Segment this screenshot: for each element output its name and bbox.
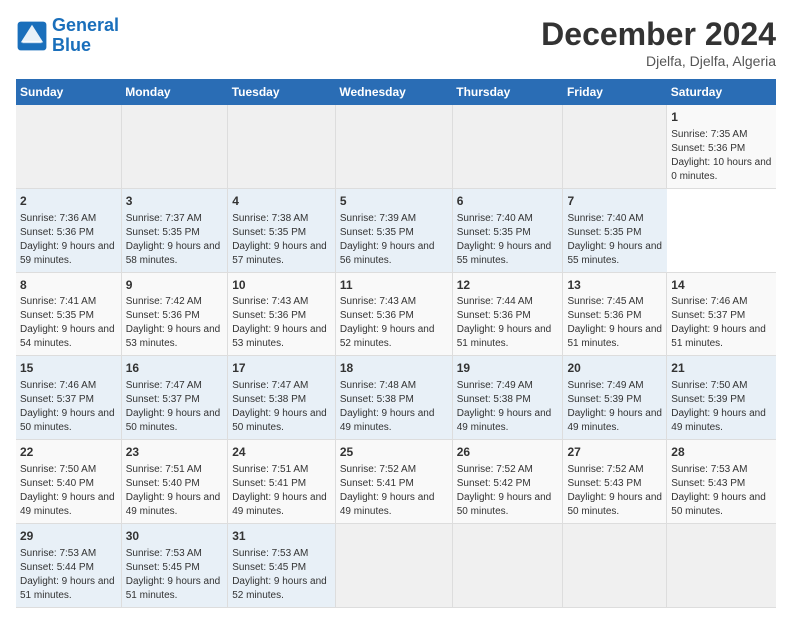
empty-cell	[563, 523, 667, 607]
day-cell-19: 19Sunrise: 7:49 AMSunset: 5:38 PMDayligh…	[452, 356, 563, 440]
calendar-week-6: 29Sunrise: 7:53 AMSunset: 5:44 PMDayligh…	[16, 523, 776, 607]
header-monday: Monday	[121, 79, 227, 105]
day-cell-27: 27Sunrise: 7:52 AMSunset: 5:43 PMDayligh…	[563, 440, 667, 524]
day-cell-2: 2Sunrise: 7:36 AMSunset: 5:36 PMDaylight…	[16, 188, 121, 272]
empty-cell	[452, 523, 563, 607]
day-cell-14: 14Sunrise: 7:46 AMSunset: 5:37 PMDayligh…	[667, 272, 776, 356]
logo: General Blue	[16, 16, 119, 56]
empty-cell	[228, 105, 336, 188]
day-cell-16: 16Sunrise: 7:47 AMSunset: 5:37 PMDayligh…	[121, 356, 227, 440]
day-cell-12: 12Sunrise: 7:44 AMSunset: 5:36 PMDayligh…	[452, 272, 563, 356]
day-cell-21: 21Sunrise: 7:50 AMSunset: 5:39 PMDayligh…	[667, 356, 776, 440]
day-cell-18: 18Sunrise: 7:48 AMSunset: 5:38 PMDayligh…	[335, 356, 452, 440]
title-area: December 2024 Djelfa, Djelfa, Algeria	[541, 16, 776, 69]
header-friday: Friday	[563, 79, 667, 105]
day-cell-31: 31Sunrise: 7:53 AMSunset: 5:45 PMDayligh…	[228, 523, 336, 607]
calendar-header-row: SundayMondayTuesdayWednesdayThursdayFrid…	[16, 79, 776, 105]
logo-icon	[16, 20, 48, 52]
day-cell-24: 24Sunrise: 7:51 AMSunset: 5:41 PMDayligh…	[228, 440, 336, 524]
day-cell-3: 3Sunrise: 7:37 AMSunset: 5:35 PMDaylight…	[121, 188, 227, 272]
page-header: General Blue December 2024 Djelfa, Djelf…	[16, 16, 776, 69]
empty-cell	[335, 523, 452, 607]
day-cell-25: 25Sunrise: 7:52 AMSunset: 5:41 PMDayligh…	[335, 440, 452, 524]
calendar-week-5: 22Sunrise: 7:50 AMSunset: 5:40 PMDayligh…	[16, 440, 776, 524]
calendar-week-3: 8Sunrise: 7:41 AMSunset: 5:35 PMDaylight…	[16, 272, 776, 356]
header-sunday: Sunday	[16, 79, 121, 105]
empty-cell	[121, 105, 227, 188]
empty-cell	[563, 105, 667, 188]
day-cell-28: 28Sunrise: 7:53 AMSunset: 5:43 PMDayligh…	[667, 440, 776, 524]
header-saturday: Saturday	[667, 79, 776, 105]
day-cell-30: 30Sunrise: 7:53 AMSunset: 5:45 PMDayligh…	[121, 523, 227, 607]
empty-cell	[452, 105, 563, 188]
day-cell-26: 26Sunrise: 7:52 AMSunset: 5:42 PMDayligh…	[452, 440, 563, 524]
empty-cell	[16, 105, 121, 188]
header-wednesday: Wednesday	[335, 79, 452, 105]
page-title: December 2024	[541, 16, 776, 53]
day-cell-13: 13Sunrise: 7:45 AMSunset: 5:36 PMDayligh…	[563, 272, 667, 356]
day-cell-11: 11Sunrise: 7:43 AMSunset: 5:36 PMDayligh…	[335, 272, 452, 356]
day-cell-4: 4Sunrise: 7:38 AMSunset: 5:35 PMDaylight…	[228, 188, 336, 272]
calendar-week-1: 1Sunrise: 7:35 AMSunset: 5:36 PMDaylight…	[16, 105, 776, 188]
day-cell-8: 8Sunrise: 7:41 AMSunset: 5:35 PMDaylight…	[16, 272, 121, 356]
day-cell-9: 9Sunrise: 7:42 AMSunset: 5:36 PMDaylight…	[121, 272, 227, 356]
calendar-table: SundayMondayTuesdayWednesdayThursdayFrid…	[16, 79, 776, 608]
day-cell-23: 23Sunrise: 7:51 AMSunset: 5:40 PMDayligh…	[121, 440, 227, 524]
header-tuesday: Tuesday	[228, 79, 336, 105]
empty-cell	[667, 523, 776, 607]
calendar-week-4: 15Sunrise: 7:46 AMSunset: 5:37 PMDayligh…	[16, 356, 776, 440]
day-cell-29: 29Sunrise: 7:53 AMSunset: 5:44 PMDayligh…	[16, 523, 121, 607]
day-cell-22: 22Sunrise: 7:50 AMSunset: 5:40 PMDayligh…	[16, 440, 121, 524]
day-cell-15: 15Sunrise: 7:46 AMSunset: 5:37 PMDayligh…	[16, 356, 121, 440]
day-cell-5: 5Sunrise: 7:39 AMSunset: 5:35 PMDaylight…	[335, 188, 452, 272]
day-cell-7: 7Sunrise: 7:40 AMSunset: 5:35 PMDaylight…	[563, 188, 667, 272]
page-subtitle: Djelfa, Djelfa, Algeria	[541, 53, 776, 69]
day-cell-10: 10Sunrise: 7:43 AMSunset: 5:36 PMDayligh…	[228, 272, 336, 356]
day-cell-20: 20Sunrise: 7:49 AMSunset: 5:39 PMDayligh…	[563, 356, 667, 440]
day-cell-17: 17Sunrise: 7:47 AMSunset: 5:38 PMDayligh…	[228, 356, 336, 440]
calendar-week-2: 2Sunrise: 7:36 AMSunset: 5:36 PMDaylight…	[16, 188, 776, 272]
day-cell-1: 1Sunrise: 7:35 AMSunset: 5:36 PMDaylight…	[667, 105, 776, 188]
header-thursday: Thursday	[452, 79, 563, 105]
day-cell-6: 6Sunrise: 7:40 AMSunset: 5:35 PMDaylight…	[452, 188, 563, 272]
empty-cell	[335, 105, 452, 188]
logo-text: General Blue	[52, 16, 119, 56]
